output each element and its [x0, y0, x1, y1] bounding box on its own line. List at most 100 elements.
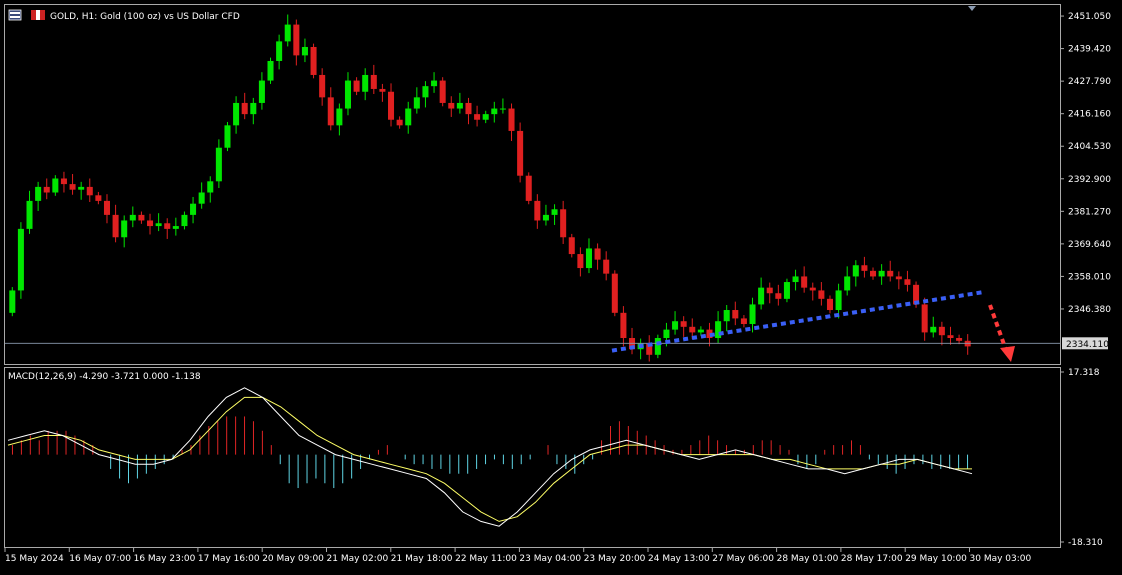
candle-body [697, 329, 704, 333]
chart-window: GOLD, H1: Gold (100 oz) vs US Dollar CFD… [0, 0, 1122, 571]
candle-body [904, 279, 911, 285]
candle-body [792, 276, 799, 283]
candle-body [723, 310, 730, 322]
candle-body [405, 108, 412, 126]
candle-body [801, 276, 808, 288]
time-tick-label: 23 May 20:00 [584, 554, 646, 564]
candle-body [60, 178, 67, 185]
candle-body [69, 184, 76, 190]
candle-body [276, 41, 283, 61]
candle-body [78, 186, 85, 190]
candle-body [362, 74, 369, 92]
candle-body [379, 88, 386, 92]
candle-body [103, 200, 110, 215]
candle-body [818, 290, 825, 299]
candle-body [680, 321, 687, 327]
macd-panel-frame [4, 367, 1061, 548]
candle-body [35, 186, 42, 201]
candle-body [809, 287, 816, 291]
candle-body [319, 74, 326, 98]
candle-body [241, 102, 248, 115]
candle-body [956, 338, 963, 341]
candle-body [26, 200, 33, 229]
candle-body [267, 60, 274, 81]
time-tick-label: 22 May 11:00 [455, 554, 517, 564]
candle-body [474, 114, 481, 120]
candle-body [611, 273, 618, 313]
candle-body [431, 80, 438, 87]
shift-marker-icon[interactable] [968, 6, 976, 11]
chart-window-icon[interactable] [8, 9, 22, 21]
candle-body [517, 130, 524, 176]
time-tick-label: 30 May 03:00 [970, 554, 1032, 564]
candle-body [129, 214, 136, 221]
candle-body [740, 318, 747, 325]
candle-body [508, 108, 515, 131]
candle-body [870, 270, 877, 277]
time-tick-label: 16 May 07:00 [69, 554, 131, 564]
candle-body [938, 326, 945, 336]
candle-body [852, 265, 859, 277]
candle-body [353, 80, 360, 92]
price-tick-label: 2439.420 [1068, 45, 1111, 55]
candle-body [95, 195, 102, 201]
candle-body [534, 200, 541, 221]
candle-body [921, 304, 928, 333]
candle-body [542, 214, 549, 221]
macd-tick-label: -18.310 [1068, 538, 1103, 548]
symbol-flag-icon[interactable] [31, 10, 45, 20]
candle-body [439, 80, 446, 103]
candle-body [9, 290, 16, 313]
time-tick-label: 21 May 02:00 [327, 554, 389, 564]
candle-body [835, 290, 842, 311]
candle-body [293, 24, 300, 56]
candle-body [17, 228, 24, 291]
candle-body [155, 223, 162, 227]
price-tick-label: 2404.530 [1068, 142, 1111, 152]
current-price-label: 2334.110 [1066, 340, 1109, 350]
time-tick-label: 21 May 18:00 [391, 554, 453, 564]
candle-body [672, 321, 679, 330]
candle-body [448, 102, 455, 109]
candle-body [138, 214, 145, 221]
candle-body [215, 147, 222, 182]
candle-body [164, 223, 171, 229]
candle-body [620, 312, 627, 339]
candle-body [585, 248, 592, 269]
candle-body [766, 287, 773, 294]
macd-histogram [11, 416, 969, 489]
candle-body [568, 237, 575, 255]
candle-body [344, 80, 351, 109]
candle-body [336, 108, 343, 126]
candle-body [327, 97, 334, 126]
candle-body [112, 214, 119, 238]
time-tick-label: 17 May 16:00 [198, 554, 260, 564]
candle-body [560, 209, 567, 238]
candle-body [482, 114, 489, 120]
candle-body [887, 270, 894, 277]
candle-body [310, 46, 317, 75]
candle-body [654, 338, 661, 355]
candle-body [370, 74, 377, 89]
candle-body [758, 287, 765, 305]
candle-body [43, 186, 50, 193]
candle-body [499, 108, 506, 110]
candle-body [86, 186, 93, 196]
candle-body [861, 265, 868, 271]
chart-canvas[interactable]: GOLD, H1: Gold (100 oz) vs US Dollar CFD… [0, 0, 1122, 571]
candle-body [775, 293, 782, 299]
candle-body [224, 125, 231, 148]
candle-body [301, 46, 308, 56]
candle-body [396, 119, 403, 126]
candle-body [181, 214, 188, 227]
candle-body [147, 220, 154, 227]
time-tick-label: 23 May 04:00 [519, 554, 581, 564]
macd-main-line [7, 387, 973, 527]
candle-body [525, 175, 532, 201]
candle-body [947, 335, 954, 339]
time-tick-label: 27 May 06:00 [712, 554, 774, 564]
candle-body [284, 24, 291, 42]
time-tick-label: 15 May 2024 [5, 554, 64, 564]
time-tick-label: 16 May 23:00 [134, 554, 196, 564]
candle-body [878, 270, 885, 277]
